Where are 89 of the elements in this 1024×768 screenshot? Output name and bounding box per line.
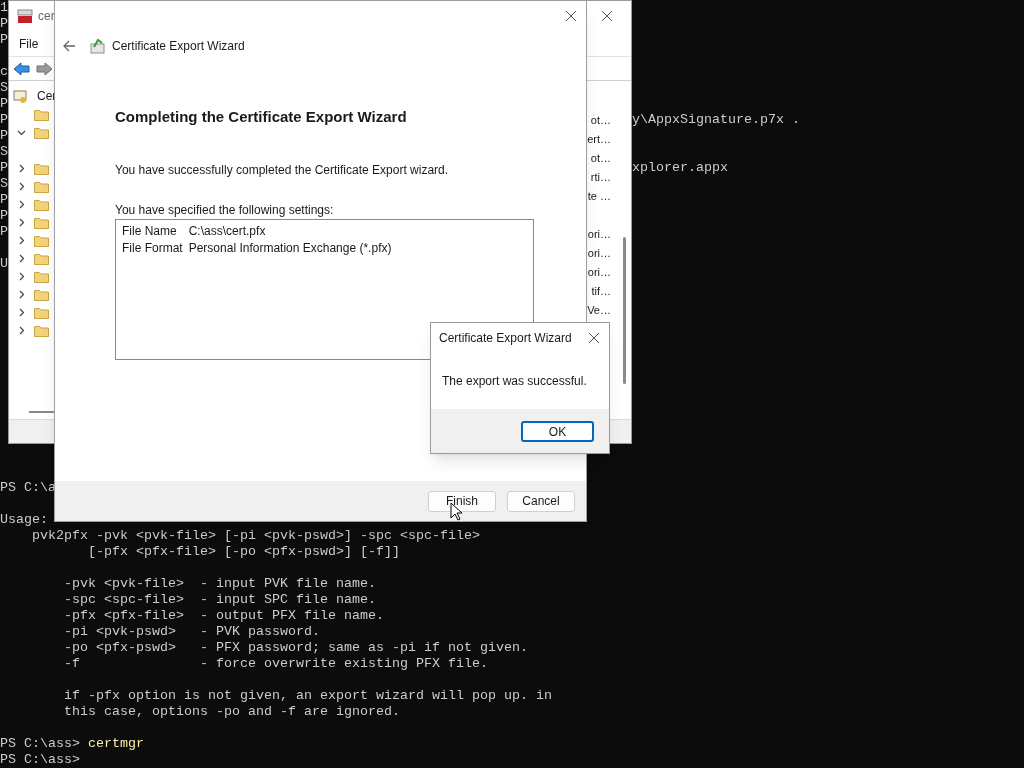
intro-text: You have successfully completed the Certificate Export wizard. xyxy=(115,161,450,179)
terminal-text: P xyxy=(0,128,8,143)
terminal-text: -pvk <pvk-file> - input PVK file name. xyxy=(63,576,376,591)
folder-icon xyxy=(34,251,49,265)
chevron-right-icon[interactable] xyxy=(17,199,26,209)
menu-item[interactable]: File xyxy=(19,34,39,53)
chevron-right-icon[interactable] xyxy=(17,325,26,335)
folder-icon xyxy=(34,233,49,247)
window-title: cer xyxy=(38,8,55,25)
chevron-right-icon[interactable] xyxy=(17,235,26,245)
folder-icon xyxy=(34,125,49,139)
certificate-icon xyxy=(90,38,107,54)
folder-icon xyxy=(34,179,49,193)
terminal-text: Usage: xyxy=(0,512,48,527)
list-item[interactable]: ot… xyxy=(590,112,611,129)
dialog-button[interactable]: Cancel xyxy=(507,490,575,512)
list-item[interactable]: ori… xyxy=(587,226,611,243)
close-icon[interactable] xyxy=(565,10,577,22)
wizard-heading: Completing the Certificate Export Wizard xyxy=(115,107,408,127)
folder-icon xyxy=(34,323,49,337)
terminal-text: S xyxy=(0,176,8,191)
list-item[interactable]: ert… xyxy=(587,131,611,148)
terminal-prompt: PS C:\ass> xyxy=(0,736,80,752)
back-arrow-icon[interactable] xyxy=(13,61,30,76)
list-item[interactable]: ori… xyxy=(587,264,611,281)
back-arrow-icon[interactable] xyxy=(63,40,76,52)
terminal-text: U xyxy=(0,256,8,271)
setting-label: File Format xyxy=(122,239,183,257)
folder-icon xyxy=(34,269,49,283)
dialog-title: Certificate Export Wizard xyxy=(439,330,572,347)
terminal-text: P xyxy=(0,160,8,175)
list-item[interactable]: ot… xyxy=(590,150,611,167)
terminal-text: xplorer.appx xyxy=(632,160,728,175)
terminal-text: 1 xyxy=(0,0,8,15)
chevron-right-icon[interactable] xyxy=(17,289,26,299)
list-item[interactable]: te … xyxy=(587,188,611,205)
certificate-icon xyxy=(13,88,28,104)
terminal-text: -po <pfx-pswd> - PFX password; same as -pi if not given. xyxy=(63,640,528,655)
list-item[interactable]: tif… xyxy=(591,283,611,300)
folder-icon xyxy=(34,107,49,121)
terminal-text: pvk2pfx -pvk <pvk-file> [-pi <pvk-pswd>] -spc <spc-file> xyxy=(31,528,480,543)
close-icon[interactable] xyxy=(601,10,613,22)
terminal-text: S xyxy=(0,80,8,95)
terminal-text: P xyxy=(0,224,8,239)
terminal-text: S xyxy=(0,144,8,159)
settings-label: You have specified the following settings: xyxy=(115,201,335,219)
chevron-right-icon[interactable] xyxy=(17,253,26,263)
wizard-title: Certificate Export Wizard xyxy=(112,38,245,55)
setting-label: File Name xyxy=(122,222,178,240)
setting-value: C:\ass\cert.pfx xyxy=(188,222,267,240)
terminal-text: P xyxy=(0,96,8,111)
list-item[interactable]: rti… xyxy=(590,169,611,186)
terminal-text: -pfx <pfx-file> - output PFX file name. xyxy=(63,608,384,623)
terminal-text: -f - force overwrite existing PFX file. xyxy=(63,656,488,671)
terminal-text: if -pfx option is not given, an export wizard will pop up. in xyxy=(63,688,552,703)
folder-icon xyxy=(34,161,49,175)
message-text: The export was successful. xyxy=(442,373,587,390)
terminal-prompt: PS C:\ass> xyxy=(0,752,80,768)
chevron-right-icon[interactable] xyxy=(17,217,26,227)
terminal-text: P xyxy=(0,192,8,207)
terminal-text: P xyxy=(0,112,8,127)
chevron-right-icon[interactable] xyxy=(17,181,26,191)
setting-value: Personal Information Exchange (*.pfx) xyxy=(188,239,393,257)
close-icon[interactable] xyxy=(588,332,600,344)
terminal-text: y\AppxSignature.p7x . xyxy=(632,112,800,127)
list-item[interactable]: ori… xyxy=(587,245,611,262)
tree-item[interactable]: Cer xyxy=(37,87,57,105)
terminal-text: -pi <pvk-pswd> - PVK password. xyxy=(63,624,320,639)
dialog-button[interactable]: Finish xyxy=(428,490,496,512)
terminal-command: certmgr xyxy=(88,736,144,752)
terminal-text: this case, options -po and -f are ignored. xyxy=(63,704,400,719)
toolbox-icon xyxy=(17,8,33,24)
list-item[interactable]: Ve… xyxy=(587,302,611,319)
dialog-button[interactable]: OK xyxy=(521,420,594,442)
folder-icon xyxy=(34,197,49,211)
terminal-text: [-pfx <pfx-file> [-po <pfx-pswd>] [-f]] xyxy=(86,544,400,559)
terminal-text: P xyxy=(0,208,8,223)
forward-arrow-icon[interactable] xyxy=(36,61,53,76)
chevron-right-icon[interactable] xyxy=(17,271,26,281)
terminal-text: P xyxy=(0,16,8,31)
terminal-text: -spc <spc-file> - input SPC file name. xyxy=(63,592,376,607)
folder-icon xyxy=(34,215,49,229)
terminal-text: c xyxy=(0,64,8,79)
chevron-right-icon[interactable] xyxy=(17,163,26,173)
folder-icon xyxy=(34,287,49,301)
chevron-right-icon[interactable] xyxy=(17,307,26,317)
terminal-text: P xyxy=(0,32,8,47)
folder-icon xyxy=(34,305,49,319)
horizontal-scrollbar[interactable] xyxy=(29,410,55,413)
